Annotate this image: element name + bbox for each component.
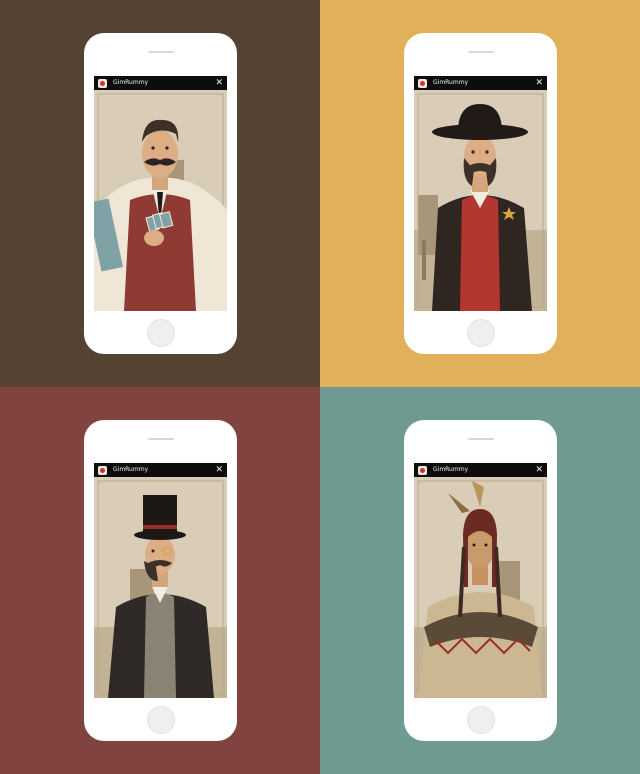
home-button[interactable] bbox=[147, 706, 175, 734]
gimrummy-app-icon bbox=[418, 465, 427, 475]
app-title: GimRummy bbox=[113, 79, 149, 86]
character-art-gentleman bbox=[94, 477, 227, 698]
quadrant-chief: GimRummy ✕ bbox=[320, 387, 640, 774]
character-art-gambler bbox=[94, 90, 227, 311]
phone-screen: GimRummy ✕ bbox=[94, 76, 227, 311]
phone-mockup: GimRummy ✕ bbox=[84, 420, 237, 741]
close-icon[interactable]: ✕ bbox=[215, 463, 223, 477]
close-icon[interactable]: ✕ bbox=[215, 76, 223, 90]
phone-speaker bbox=[468, 51, 494, 53]
phone-mockup: GimRummy ✕ bbox=[404, 420, 557, 741]
app-titlebar: GimRummy ✕ bbox=[414, 76, 547, 90]
close-icon[interactable]: ✕ bbox=[535, 76, 543, 90]
showcase-grid: GimRummy ✕ GimRummy ✕ GimRummy ✕ GimRumm… bbox=[0, 0, 640, 774]
phone-screen: GimRummy ✕ bbox=[94, 463, 227, 698]
character-art-sheriff bbox=[414, 90, 547, 311]
quadrant-gentleman: GimRummy ✕ bbox=[0, 387, 320, 774]
home-button[interactable] bbox=[467, 319, 495, 347]
quadrant-sheriff: GimRummy ✕ bbox=[320, 0, 640, 387]
app-title: GimRummy bbox=[433, 79, 469, 86]
phone-speaker bbox=[468, 438, 494, 440]
app-titlebar: GimRummy ✕ bbox=[94, 463, 227, 477]
app-title: GimRummy bbox=[113, 466, 149, 473]
app-titlebar: GimRummy ✕ bbox=[94, 76, 227, 90]
quadrant-gambler: GimRummy ✕ bbox=[0, 0, 320, 387]
phone-mockup: GimRummy ✕ bbox=[84, 33, 237, 354]
character-art-chief bbox=[414, 477, 547, 698]
phone-screen: GimRummy ✕ bbox=[414, 76, 547, 311]
app-title: GimRummy bbox=[433, 466, 469, 473]
home-button[interactable] bbox=[467, 706, 495, 734]
close-icon[interactable]: ✕ bbox=[535, 463, 543, 477]
gimrummy-app-icon bbox=[418, 78, 427, 88]
gimrummy-app-icon bbox=[98, 78, 107, 88]
gimrummy-app-icon bbox=[98, 465, 107, 475]
home-button[interactable] bbox=[147, 319, 175, 347]
phone-screen: GimRummy ✕ bbox=[414, 463, 547, 698]
phone-speaker bbox=[148, 438, 174, 440]
phone-speaker bbox=[148, 51, 174, 53]
phone-mockup: GimRummy ✕ bbox=[404, 33, 557, 354]
app-titlebar: GimRummy ✕ bbox=[414, 463, 547, 477]
